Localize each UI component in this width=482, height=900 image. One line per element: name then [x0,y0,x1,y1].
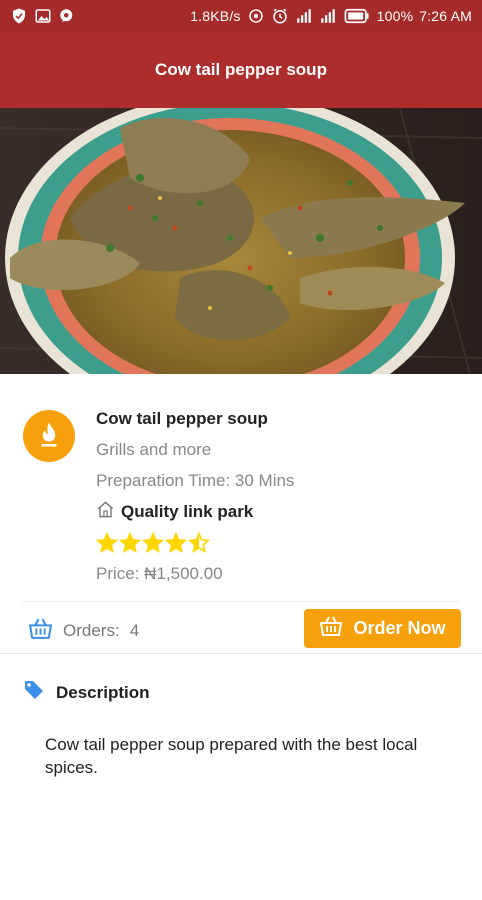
preparation-time: Preparation Time: 30 Mins [96,471,295,490]
location[interactable]: Quality link park [96,501,466,523]
star-full-icon [119,532,141,553]
dish-category: Grills and more [96,440,212,459]
alarm-icon [271,7,289,25]
divider [0,653,482,654]
order-now-button[interactable]: Order Now [304,609,461,648]
location-name: Quality link park [121,502,254,521]
orders-value: 4 [129,621,140,640]
signal-sim1-icon [295,7,313,25]
hotspot-icon [247,7,265,25]
orders-row: Orders: 4 Order Now [0,604,482,652]
dish-name: Cow tail pepper soup [96,409,268,428]
description-text: Cow tail pepper soup prepared with the b… [45,735,418,777]
orders-label: Orders: [63,621,120,640]
dish-photo [0,108,482,374]
network-speed: 1.8KB/s [190,8,241,24]
star-full-icon [165,532,187,553]
status-bar: 1.8KB/s 100% 7:26 AM [0,0,482,32]
flame-icon [34,419,64,454]
tag-icon [22,678,46,707]
description-title: Description [56,682,150,702]
battery-level: 100% [376,8,414,24]
app-bar: Cow tail pepper soup [0,32,482,108]
description-header: Description [22,678,150,707]
divider [22,601,460,602]
battery-icon [343,7,371,25]
rating-stars [96,531,466,555]
vendor-logo [23,410,75,462]
clock: 7:26 AM [419,8,472,24]
dish-details: Cow tail pepper soup Grills and more Pre… [96,408,466,585]
image-notification-icon [34,7,52,25]
star-full-icon [142,532,164,553]
basket-icon [319,614,343,643]
dish-price: Price: ₦1,500.00 [96,564,223,583]
star-half-icon [188,532,210,553]
shield-check-icon [10,7,28,25]
star-full-icon [96,532,118,553]
order-now-label: Order Now [353,618,446,638]
home-icon [96,500,115,524]
chat-notification-icon [58,7,76,25]
basket-icon [28,616,53,646]
orders-count: Orders: 4 [28,616,139,646]
signal-sim2-icon [319,7,337,25]
page-title: Cow tail pepper soup [155,60,327,79]
